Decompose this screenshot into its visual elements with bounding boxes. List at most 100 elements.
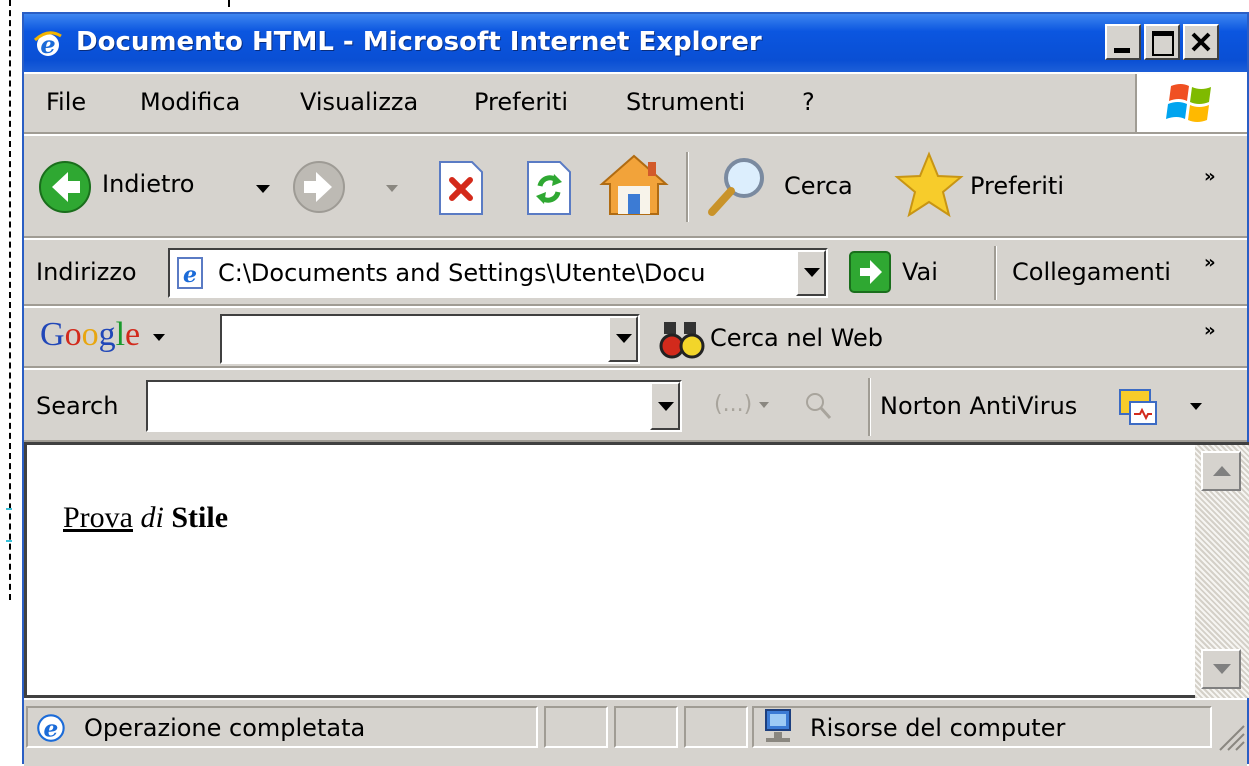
underlined-text: Prova <box>63 501 133 534</box>
status-panel: e Operazione completata <box>26 706 538 748</box>
menu-bar: File Modifica Visualizza Preferiti Strum… <box>24 72 1247 134</box>
search-toolbar-field[interactable] <box>146 380 682 432</box>
arrow-up-icon <box>1213 466 1231 476</box>
norton-antivirus-icon[interactable] <box>1116 384 1160 428</box>
svg-text:e: e <box>44 716 59 743</box>
margin-guide <box>9 0 11 600</box>
scroll-up-button[interactable] <box>1201 451 1241 491</box>
menu-file[interactable]: File <box>46 88 86 116</box>
norton-dropdown-icon[interactable] <box>1190 403 1202 410</box>
vertical-scrollbar[interactable] <box>1195 442 1249 698</box>
menu-help[interactable]: ? <box>802 88 815 116</box>
ie-window: e Documento HTML - Microsoft Internet Ex… <box>22 12 1249 766</box>
refresh-button[interactable] <box>524 160 574 216</box>
ie-logo-icon: e <box>33 30 62 59</box>
status-bar: e Operazione completata Risorse del comp… <box>24 698 1247 766</box>
page-text: Prova di Stile <box>63 501 228 535</box>
margin-tick <box>228 0 230 7</box>
stop-icon <box>439 161 483 215</box>
margin-marker <box>6 540 12 542</box>
search-toolbar: Search (...) Norton AntiVirus <box>24 368 1247 442</box>
address-field[interactable]: e <box>168 248 828 298</box>
back-button[interactable]: Indietro <box>38 156 278 220</box>
stop-button[interactable] <box>436 160 486 216</box>
google-search-input[interactable] <box>222 316 606 362</box>
arrow-down-icon <box>1213 664 1231 674</box>
bold-text: Stile <box>171 501 229 534</box>
go-arrow-icon <box>849 251 891 293</box>
search-toolbar-dropdown-button[interactable] <box>650 382 680 430</box>
status-cell-empty <box>614 706 678 748</box>
google-search-field[interactable] <box>220 314 640 364</box>
title-bar[interactable]: e Documento HTML - Microsoft Internet Ex… <box>24 14 1247 72</box>
close-icon <box>1191 32 1211 52</box>
chevron-down-icon <box>616 334 632 343</box>
computer-icon <box>765 709 791 742</box>
maximize-button[interactable] <box>1144 24 1180 60</box>
chevron-down-icon <box>658 402 674 411</box>
home-button[interactable] <box>598 152 670 218</box>
favorites-star-icon <box>894 151 964 218</box>
search-button[interactable]: Cerca <box>704 154 884 220</box>
standard-toolbar: Indietro Cerca Preferiti » <box>24 134 1247 238</box>
menu-modifica[interactable]: Modifica <box>140 88 240 116</box>
google-dropdown-icon <box>152 333 165 341</box>
norton-label[interactable]: Norton AntiVirus <box>880 392 1077 420</box>
search-options-dropdown-icon <box>759 402 770 408</box>
go-button[interactable]: Vai <box>846 248 956 298</box>
dotted-circle-icon: (...) <box>714 392 753 417</box>
google-search-web-label: Cerca nel Web <box>710 324 883 352</box>
search-magnifier-icon[interactable] <box>802 390 834 422</box>
google-toolbar: Google Cerca nel Web » <box>24 306 1247 368</box>
address-label: Indirizzo <box>36 258 137 286</box>
google-search-web-button[interactable]: Cerca nel Web <box>658 316 918 362</box>
search-options-button[interactable]: (...) <box>714 392 774 422</box>
google-dropdown-button[interactable] <box>608 316 638 362</box>
italic-text: di <box>140 501 164 534</box>
favorites-button[interactable]: Preferiti <box>894 150 1094 220</box>
margin-marker <box>6 508 12 510</box>
forward-arrow-icon <box>293 161 345 213</box>
google-logo-button[interactable]: Google <box>40 316 212 360</box>
search-toolbar-input[interactable] <box>148 382 648 430</box>
back-label: Indietro <box>102 170 195 198</box>
address-input[interactable] <box>214 250 774 296</box>
address-dropdown-button[interactable] <box>796 250 826 296</box>
status-cell-empty <box>684 706 748 748</box>
links-separator <box>994 246 997 300</box>
close-button[interactable] <box>1183 24 1219 60</box>
go-label: Vai <box>902 258 938 286</box>
search-label: Cerca <box>784 172 853 200</box>
menu-visualizza[interactable]: Visualizza <box>300 88 418 116</box>
svg-text:e: e <box>183 262 197 288</box>
links-label[interactable]: Collegamenti <box>1012 258 1171 286</box>
menu-preferiti[interactable]: Preferiti <box>474 88 568 116</box>
back-dropdown-icon[interactable] <box>256 185 270 193</box>
back-arrow-icon <box>39 161 91 213</box>
ie-page-icon: e <box>37 714 65 743</box>
favorites-label: Preferiti <box>970 172 1064 200</box>
page-content: Prova di Stile <box>24 442 1195 698</box>
window-title: Documento HTML - Microsoft Internet Expl… <box>76 27 762 57</box>
zone-panel: Risorse del computer <box>752 706 1212 748</box>
windows-flag-icon <box>1135 74 1247 132</box>
magnifier-icon <box>708 158 764 216</box>
menu-strumenti[interactable]: Strumenti <box>626 88 745 116</box>
home-icon <box>599 154 669 215</box>
norton-separator <box>868 378 871 436</box>
links-chevron-icon[interactable]: » <box>1204 252 1216 273</box>
search-toolbar-label: Search <box>36 392 119 420</box>
google-chevron-icon[interactable]: » <box>1204 320 1216 341</box>
toolbar-separator <box>686 152 689 222</box>
chevron-down-icon <box>804 268 820 277</box>
status-text: Operazione completata <box>84 714 366 742</box>
page-icon: e <box>177 257 203 289</box>
resize-grip-icon[interactable] <box>1216 722 1246 752</box>
address-bar: Indirizzo e Vai Collegamenti » <box>24 238 1247 306</box>
forward-dropdown-icon[interactable] <box>386 185 398 192</box>
refresh-icon <box>527 161 571 215</box>
toolbar-chevron-icon[interactable]: » <box>1204 166 1216 187</box>
minimize-button[interactable] <box>1105 24 1141 60</box>
scroll-down-button[interactable] <box>1201 649 1241 689</box>
forward-button[interactable] <box>292 156 402 220</box>
